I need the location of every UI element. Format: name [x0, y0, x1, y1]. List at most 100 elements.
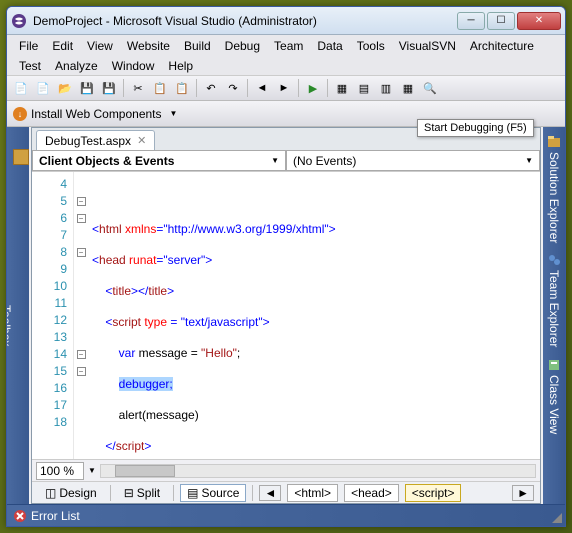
- events-label: (No Events): [293, 154, 356, 168]
- menu-view[interactable]: View: [81, 37, 119, 55]
- navigation-bar: Client Objects & Events ▼ (No Events) ▼: [32, 150, 540, 172]
- nav-back-icon[interactable]: ◄: [252, 78, 272, 98]
- split-view-button[interactable]: ⊟Split: [117, 484, 167, 502]
- tab-label: DebugTest.aspx: [45, 134, 131, 148]
- comment-icon[interactable]: ▤: [354, 78, 374, 98]
- breadcrumb-head[interactable]: <head>: [344, 484, 399, 502]
- line-numbers: 4 5 6 7 8 9 10 11 12 13 14 15 16 17 18: [32, 172, 74, 459]
- menu-debug[interactable]: Debug: [219, 37, 266, 55]
- menu-build[interactable]: Build: [178, 37, 217, 55]
- menu-team[interactable]: Team: [268, 37, 309, 55]
- fold-column: − − − − −: [74, 172, 88, 459]
- fold-toggle[interactable]: −: [77, 197, 86, 206]
- events-dropdown[interactable]: (No Events) ▼: [286, 150, 540, 171]
- objects-dropdown[interactable]: Client Objects & Events ▼: [32, 150, 286, 171]
- paste-icon[interactable]: 📋: [172, 78, 192, 98]
- vs-logo-icon: [11, 13, 27, 29]
- new-project-icon[interactable]: 📄: [11, 78, 31, 98]
- nav-fwd-icon[interactable]: ►: [274, 78, 294, 98]
- content-area: Toolbox DebugTest.aspx ✕ Client Objects …: [7, 127, 565, 504]
- scrollbar-thumb[interactable]: [115, 465, 175, 477]
- nav-right-icon[interactable]: ►: [512, 485, 534, 501]
- maximize-button[interactable]: ☐: [487, 12, 515, 30]
- class-view-tab[interactable]: Class View: [545, 354, 563, 438]
- objects-label: Client Objects & Events: [39, 154, 174, 168]
- separator: [298, 79, 299, 97]
- window-title: DemoProject - Microsoft Visual Studio (A…: [33, 14, 457, 28]
- toolbox-label: Toolbox: [6, 305, 13, 346]
- code-editor[interactable]: 4 5 6 7 8 9 10 11 12 13 14 15 16 17 18: [32, 172, 540, 459]
- nav-left-icon[interactable]: ◄: [259, 485, 281, 501]
- separator: [196, 79, 197, 97]
- copy-icon[interactable]: 📋: [150, 78, 170, 98]
- document-tab[interactable]: DebugTest.aspx ✕: [36, 130, 155, 150]
- breadcrumb-html[interactable]: <html>: [287, 484, 338, 502]
- save-all-icon[interactable]: 💾: [99, 78, 119, 98]
- fold-toggle[interactable]: −: [77, 350, 86, 359]
- fold-toggle[interactable]: −: [77, 214, 86, 223]
- fold-toggle[interactable]: −: [77, 367, 86, 376]
- start-debugging-button[interactable]: ▶: [303, 78, 323, 98]
- install-label[interactable]: Install Web Components: [31, 107, 162, 121]
- separator: [123, 79, 124, 97]
- toolbar-icon[interactable]: ▦: [332, 78, 352, 98]
- cut-icon[interactable]: ✂: [128, 78, 148, 98]
- menu-website[interactable]: Website: [121, 37, 176, 55]
- close-button[interactable]: ✕: [517, 12, 561, 30]
- solution-explorer-icon: [547, 135, 561, 149]
- resize-grip-icon[interactable]: [550, 511, 562, 523]
- menu-window[interactable]: Window: [106, 57, 161, 75]
- find-icon[interactable]: 🔍: [420, 78, 440, 98]
- close-tab-icon[interactable]: ✕: [137, 134, 146, 147]
- main-window: DemoProject - Microsoft Visual Studio (A…: [6, 6, 566, 527]
- code-text[interactable]: <html xmlns="http://www.w3.org/1999/xhtm…: [88, 172, 540, 459]
- toolbar-icon[interactable]: ▦: [398, 78, 418, 98]
- menu-test[interactable]: Test: [13, 57, 47, 75]
- toolbox-panel[interactable]: Toolbox: [7, 127, 29, 504]
- source-view-button[interactable]: ▤Source: [180, 484, 246, 502]
- view-bar: ◫Design ⊟Split ▤Source ◄ <html> <head> <…: [32, 481, 540, 503]
- redo-icon[interactable]: ↷: [223, 78, 243, 98]
- save-icon[interactable]: 💾: [77, 78, 97, 98]
- statusbar: Ready Ln 10 Col 9 Ch 9 INS: [7, 526, 565, 527]
- open-icon[interactable]: 📂: [55, 78, 75, 98]
- menu-visualsvn[interactable]: VisualSVN: [393, 37, 462, 55]
- error-list-bar[interactable]: Error List: [7, 504, 565, 526]
- dropdown-arrow-icon[interactable]: ▼: [170, 109, 178, 118]
- add-item-icon[interactable]: 📄: [33, 78, 53, 98]
- error-list-icon: [13, 509, 27, 523]
- uncomment-icon[interactable]: ▥: [376, 78, 396, 98]
- tooltip: Start Debugging (F5): [417, 119, 534, 137]
- minimize-button[interactable]: ─: [457, 12, 485, 30]
- menu-analyze[interactable]: Analyze: [49, 57, 104, 75]
- team-explorer-icon: [547, 253, 561, 267]
- class-view-icon: [547, 358, 561, 372]
- titlebar: DemoProject - Microsoft Visual Studio (A…: [7, 7, 565, 35]
- menu-file[interactable]: File: [13, 37, 44, 55]
- solution-explorer-tab[interactable]: Solution Explorer: [545, 131, 563, 247]
- menu-tools[interactable]: Tools: [351, 37, 391, 55]
- separator: [327, 79, 328, 97]
- toolbox-icon: [13, 149, 29, 165]
- chevron-down-icon[interactable]: ▼: [88, 466, 96, 475]
- design-view-button[interactable]: ◫Design: [38, 484, 104, 502]
- chevron-down-icon: ▼: [525, 156, 533, 165]
- toolbar: 📄 📄 📂 💾 💾 ✂ 📋 📋 ↶ ↷ ◄ ► ▶ ▦ ▤ ▥ ▦ 🔍: [7, 75, 565, 101]
- menu-data[interactable]: Data: [311, 37, 348, 55]
- menu-edit[interactable]: Edit: [46, 37, 79, 55]
- error-list-label: Error List: [31, 509, 80, 523]
- menu-help[interactable]: Help: [162, 57, 199, 75]
- undo-icon[interactable]: ↶: [201, 78, 221, 98]
- fold-toggle[interactable]: −: [77, 248, 86, 257]
- separator: [247, 79, 248, 97]
- breadcrumb-script[interactable]: <script>: [405, 484, 462, 502]
- install-icon: ↓: [13, 107, 27, 121]
- right-sidebar: Solution Explorer Team Explorer Class Vi…: [543, 127, 565, 504]
- editor-column: DebugTest.aspx ✕ Client Objects & Events…: [31, 127, 541, 504]
- menubar: File Edit View Website Build Debug Team …: [7, 35, 565, 75]
- team-explorer-tab[interactable]: Team Explorer: [545, 249, 563, 351]
- horizontal-scrollbar[interactable]: [100, 464, 536, 478]
- menu-architecture[interactable]: Architecture: [464, 37, 540, 55]
- zoom-level[interactable]: 100 %: [36, 462, 84, 480]
- chevron-down-icon: ▼: [271, 156, 279, 165]
